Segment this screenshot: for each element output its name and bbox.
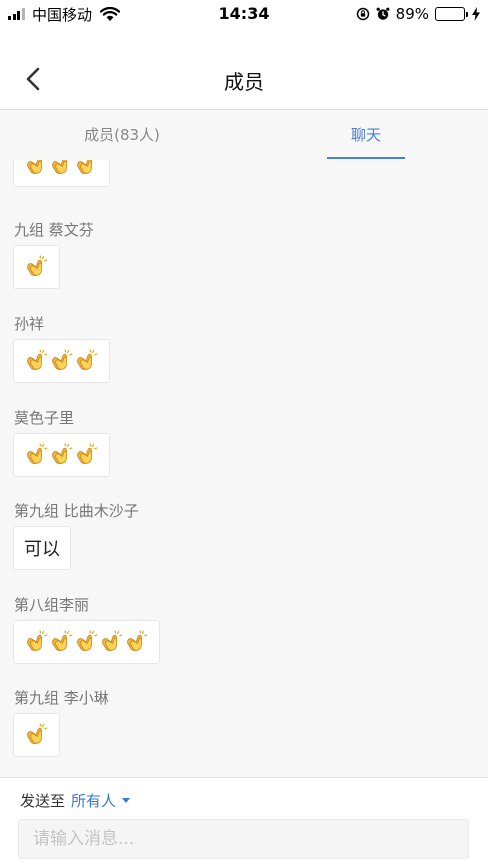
status-right: 89% [356, 4, 480, 24]
send-to-row: 发送至 所有人 [20, 790, 131, 811]
dropdown-caret-icon[interactable] [122, 798, 131, 803]
message-sender: 九组 蔡文芬 [14, 221, 94, 239]
message-sender: 第九组 李小琳 [14, 689, 109, 707]
clapping-hands-icon [24, 160, 49, 177]
clapping-hands-icon [74, 160, 99, 177]
clapping-hands-icon [74, 443, 99, 467]
message-bubble: 可以 [13, 526, 71, 570]
status-bar: 中国移动 14:34 89% [0, 0, 488, 28]
message-sender: 莫色子里 [14, 409, 75, 427]
message-sender: 孙祥 [14, 315, 45, 333]
clapping-hands-icon [99, 630, 124, 654]
battery-icon [435, 7, 468, 21]
message-bubble [13, 160, 110, 187]
clapping-hands-icon [74, 630, 99, 654]
clapping-hands-icon [74, 349, 99, 373]
clapping-hands-icon [49, 630, 74, 654]
message-sender: 第九组 比曲木沙子 [14, 502, 139, 520]
chat-message-list[interactable]: 九组 蔡文芬 孙祥 莫色子里 第九组 比曲木沙子 可以 第八组李丽 第九组 李小… [0, 160, 488, 777]
clapping-hands-icon [49, 160, 74, 177]
page-title: 成员 [224, 70, 264, 94]
clapping-hands-icon [49, 443, 74, 467]
message-bubble [13, 339, 110, 383]
tab-bar: 成员(83人) 聊天 [0, 110, 488, 160]
clapping-hands-icon [124, 630, 149, 654]
tab-members[interactable]: 成员(83人) [0, 110, 244, 160]
clapping-hands-icon [24, 443, 49, 467]
send-to-target-dropdown[interactable]: 所有人 [71, 790, 116, 811]
navigation-bar: 成员 [0, 28, 488, 110]
message-text: 可以 [24, 539, 60, 560]
orientation-lock-icon [356, 7, 369, 21]
message-bubble [13, 245, 60, 289]
tab-chat[interactable]: 聊天 [244, 110, 488, 160]
clapping-hands-icon [24, 630, 49, 654]
charging-icon [472, 7, 480, 21]
message-composer: 发送至 所有人 [0, 777, 488, 868]
message-bubble [13, 433, 110, 477]
message-input[interactable] [18, 819, 469, 859]
alarm-icon [376, 7, 390, 20]
clapping-hands-icon [24, 255, 49, 279]
message-sender: 第八组李丽 [14, 596, 90, 614]
clapping-hands-icon [24, 349, 49, 373]
message-bubble [13, 620, 160, 664]
message-bubble [13, 713, 60, 757]
active-tab-indicator [327, 157, 405, 159]
send-to-label: 发送至 [20, 792, 66, 810]
battery-percent: 89% [395, 5, 429, 23]
clapping-hands-icon [24, 723, 49, 747]
clapping-hands-icon [49, 349, 74, 373]
